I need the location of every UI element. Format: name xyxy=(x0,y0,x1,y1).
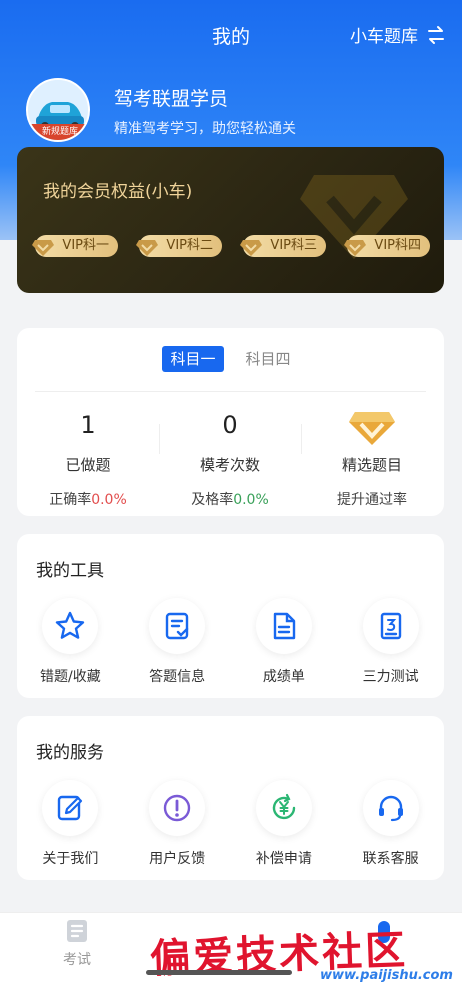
home-indicator[interactable] xyxy=(146,970,292,975)
icon-circle xyxy=(255,780,312,836)
icon-circle xyxy=(42,598,99,654)
study-stats-card: 科目一 科目四 1 已做题 正确率0.0% 0 模考次数 及格率0.0% 精选题… xyxy=(17,328,444,516)
user-subtitle: 精准驾考学习，助您轻松通关 xyxy=(114,121,296,137)
stat-done-questions[interactable]: 1 已做题 正确率0.0% xyxy=(17,408,159,509)
vip-chip-subject-2[interactable]: VIP科二 xyxy=(136,235,222,257)
gem-icon xyxy=(349,412,395,445)
tool-label: 答题信息 xyxy=(149,669,206,685)
diamond-icon xyxy=(240,240,262,256)
icon-circle xyxy=(362,598,419,654)
mock-count: 0 xyxy=(222,411,238,439)
user-name: 驾考联盟学员 xyxy=(114,88,229,110)
selected-foot: 提升通过率 xyxy=(337,492,407,508)
vip-chip-subject-3[interactable]: VIP科三 xyxy=(240,235,326,257)
diamond-icon xyxy=(136,240,158,256)
vip-title: 我的会员权益(小车) xyxy=(43,182,193,202)
service-label: 用户反馈 xyxy=(149,851,206,867)
icon-circle xyxy=(42,780,99,836)
answer-info-icon xyxy=(165,612,189,640)
tool-three-ability-test[interactable]: 三力测试 xyxy=(337,598,444,686)
profile-section: 新规题库 驾考联盟学员 精准驾考学习，助您轻松通关 xyxy=(26,78,446,142)
top-bar: 我的 小车题库 xyxy=(0,18,462,54)
tab-subject-4[interactable]: 科目四 xyxy=(237,346,299,372)
three-ability-icon xyxy=(380,612,401,640)
tools-title: 我的工具 xyxy=(36,561,104,581)
icon-circle xyxy=(255,598,312,654)
question-bank-switch[interactable]: 小车题库 xyxy=(350,22,446,47)
tool-label: 成绩单 xyxy=(262,669,305,685)
tool-label: 错题/收藏 xyxy=(40,669,101,685)
tools-grid: 错题/收藏 答题信息 成绩单 三力测试 xyxy=(17,598,444,686)
tool-answer-info[interactable]: 答题信息 xyxy=(124,598,231,686)
stat-selected-questions[interactable]: 精选题目 提升通过率 xyxy=(301,408,443,509)
subject-tabs: 科目一 科目四 xyxy=(17,346,444,372)
swap-icon xyxy=(428,25,444,44)
avatar-badge: 新规题库 xyxy=(28,124,88,140)
services-grid: 关于我们 用户反馈 补偿申请 联系客服 xyxy=(17,780,444,868)
compensation-icon xyxy=(272,793,296,820)
pass-rate-value: 0.0% xyxy=(233,492,269,508)
stat-mock-exams[interactable]: 0 模考次数 及格率0.0% xyxy=(159,408,301,509)
mock-label: 模考次数 xyxy=(199,456,260,474)
service-user-feedback[interactable]: 用户反馈 xyxy=(124,780,231,868)
vip-benefits-card[interactable]: 我的会员权益(小车) VIP科一 VIP科二 VIP科三 VIP科四 xyxy=(17,147,444,293)
accuracy-text: 正确率0.0% xyxy=(49,492,127,508)
vip-chip-list: VIP科一 VIP科二 VIP科三 VIP科四 xyxy=(32,235,430,257)
vip-chip-label: VIP科二 xyxy=(166,238,213,253)
accuracy-value: 0.0% xyxy=(91,492,127,508)
vip-chip-label: VIP科三 xyxy=(270,238,317,253)
service-contact-support[interactable]: 联系客服 xyxy=(337,780,444,868)
tool-label: 三力测试 xyxy=(362,669,419,685)
icon-circle xyxy=(149,598,206,654)
my-tools-card: 我的工具 错题/收藏 答题信息 成绩单 三力测试 xyxy=(17,534,444,698)
icon-circle xyxy=(362,780,419,836)
pass-rate-text: 及格率0.0% xyxy=(191,492,269,508)
diamond-icon xyxy=(32,240,54,256)
edit-icon xyxy=(58,795,83,821)
divider xyxy=(35,391,426,392)
icon-circle xyxy=(149,780,206,836)
service-about-us[interactable]: 关于我们 xyxy=(17,780,124,868)
tool-wrong-favorites[interactable]: 错题/收藏 xyxy=(17,598,124,686)
tab-exam-label: 考试 xyxy=(63,952,91,968)
question-bank-label: 小车题库 xyxy=(350,27,418,47)
service-label: 关于我们 xyxy=(42,851,99,867)
vip-chip-subject-1[interactable]: VIP科一 xyxy=(32,235,118,257)
gem-holder xyxy=(301,408,443,445)
headset-icon xyxy=(378,795,403,822)
service-label: 补偿申请 xyxy=(255,851,312,867)
service-label: 联系客服 xyxy=(362,851,419,867)
vip-chip-subject-4[interactable]: VIP科四 xyxy=(344,235,430,257)
vip-chip-label: VIP科四 xyxy=(374,238,421,253)
report-icon xyxy=(273,612,296,640)
services-title: 我的服务 xyxy=(36,743,104,763)
exam-icon xyxy=(67,920,87,942)
star-icon xyxy=(56,611,85,639)
diamond-icon xyxy=(344,240,366,256)
my-services-card: 我的服务 关于我们 用户反馈 补偿申请 联系客服 xyxy=(17,716,444,880)
selected-label: 精选题目 xyxy=(341,456,402,474)
done-count: 1 xyxy=(80,411,96,439)
feedback-icon xyxy=(163,794,191,822)
service-compensation[interactable]: 补偿申请 xyxy=(231,780,338,868)
vip-chip-label: VIP科一 xyxy=(62,238,109,253)
tab-exam[interactable]: 考试 xyxy=(48,919,106,969)
avatar[interactable]: 新规题库 xyxy=(26,78,90,142)
tab-subject-1[interactable]: 科目一 xyxy=(162,346,224,372)
tool-report-card[interactable]: 成绩单 xyxy=(231,598,338,686)
done-label: 已做题 xyxy=(65,456,111,474)
watermark-url: www.paijishu.com xyxy=(320,968,453,983)
